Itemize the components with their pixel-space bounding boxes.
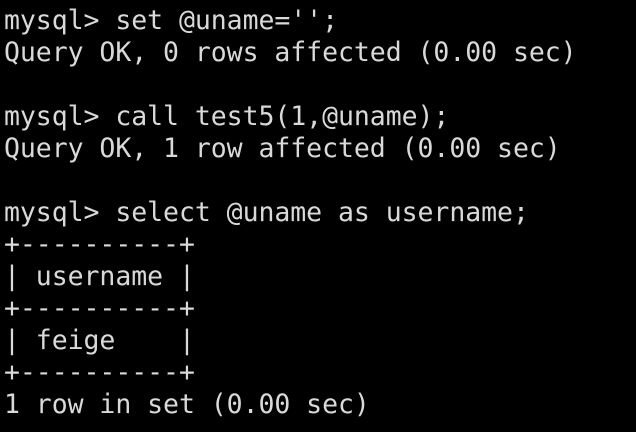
table-header-row: | username | (4, 261, 195, 292)
command-set-uname: mysql> set @uname=''; (4, 5, 338, 36)
result-summary: 1 row in set (0.00 sec) (4, 389, 370, 420)
table-data-row: | feige | (4, 325, 195, 356)
table-border-bottom: +----------+ (4, 357, 195, 388)
result-set-uname: Query OK, 0 rows affected (0.00 sec) (4, 37, 577, 68)
command-call-test5: mysql> call test5(1,@uname); (4, 101, 450, 132)
command-select-username: mysql> select @uname as username; (4, 197, 529, 228)
table-border-top: +----------+ (4, 229, 195, 260)
table-border-middle: +----------+ (4, 293, 195, 324)
terminal-window[interactable]: mysql> set @uname=''; Query OK, 0 rows a… (0, 0, 636, 432)
result-call-test5: Query OK, 1 row affected (0.00 sec) (4, 133, 561, 164)
